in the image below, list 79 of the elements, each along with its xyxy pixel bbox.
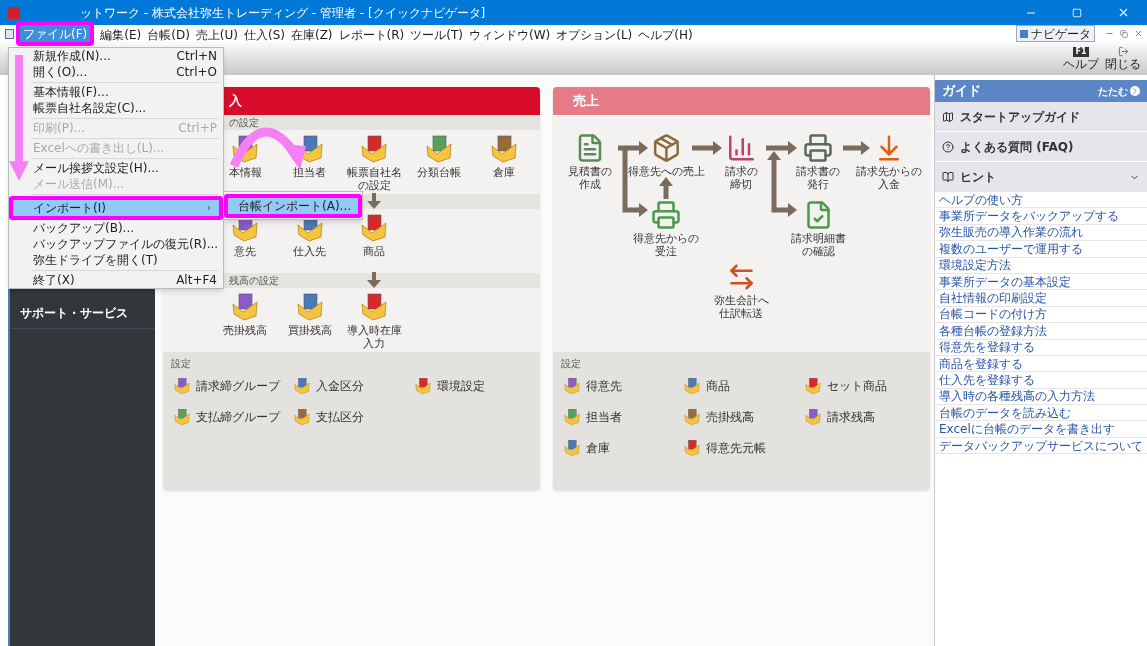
settings-link[interactable]: 得意先 (561, 376, 682, 395)
hint-link[interactable]: 商品を登録する (939, 356, 1023, 371)
menu-option[interactable]: メール挨拶文設定(H)... (31, 160, 223, 176)
hint-link[interactable]: データバックアップサービスについて (939, 438, 1143, 453)
hint-link[interactable]: 仕入先を登録する (939, 373, 1035, 387)
menu-item[interactable]: レポート(R) (335, 25, 408, 42)
navigator-link[interactable]: 導入時在庫入力 (347, 324, 402, 350)
hint-link[interactable]: 台帳のデータを読み込む (939, 405, 1071, 420)
menu-option[interactable]: 弥生ドライブを開く(T) (31, 252, 223, 268)
navigator-link[interactable]: 商品 (363, 245, 386, 258)
guide-section[interactable]: よくある質問 (FAQ) (935, 132, 1147, 162)
menu-item[interactable]: ウィンドウ(W) (465, 25, 554, 42)
menu-item[interactable]: オプション(L) (553, 25, 636, 42)
hint-link[interactable]: 環境設定方法 (939, 258, 1011, 273)
menu-option[interactable]: 新規作成(N)... Ctrl+N (31, 48, 223, 64)
flow-link[interactable]: 得意先からの受注 (633, 232, 699, 258)
hint-link[interactable]: 自社情報の印刷設定 (939, 291, 1047, 306)
hint-link[interactable]: 事業所データの基本設定 (939, 274, 1071, 289)
guide-title: ガイド (942, 82, 981, 101)
settings-title: 設定 (561, 357, 582, 370)
menu-item[interactable]: 台帳(D) (144, 25, 193, 42)
settings-link[interactable]: 倉庫 (561, 438, 682, 457)
close-toolbar-button[interactable]: 閉じる (1105, 57, 1141, 71)
settings-link[interactable]: 請求締グループ (171, 376, 292, 395)
hint-link[interactable]: 台帳コードの付け方 (939, 307, 1047, 322)
hint-link[interactable]: ヘルプの使い方 (939, 192, 1023, 207)
menu-option[interactable]: バックアップ(B)... (31, 220, 223, 236)
menu-option[interactable]: 台帳インポート(A)... (224, 194, 362, 218)
menu-item[interactable]: 仕入(S) (241, 25, 288, 42)
flow-link[interactable]: 弥生会計へ仕訳転送 (713, 294, 769, 320)
settings-link[interactable]: 支払区分 (291, 407, 412, 426)
navigator-link[interactable]: 帳票自社名の設定 (347, 166, 402, 192)
menu-item[interactable]: 在庫(Z) (287, 25, 336, 42)
guide-section[interactable]: スタートアップガイド (935, 102, 1147, 132)
flow-link[interactable]: 請求明細書の確認 (790, 232, 846, 258)
flow-link[interactable]: 見積書の作成 (568, 165, 612, 191)
help-button[interactable]: ヘルプ (1063, 56, 1099, 71)
menu-item[interactable]: ヘルプ(H) (635, 25, 696, 42)
settings-link[interactable]: 売掛残高 (681, 407, 802, 426)
hint-link[interactable]: 導入時の各種残高の入力方法 (939, 389, 1095, 404)
hint-link[interactable]: 事業所データをバックアップする (939, 209, 1119, 224)
hint-link[interactable]: 各種台帳の登録方法 (939, 323, 1047, 338)
settings-title: 設定 (171, 357, 192, 370)
hint-link[interactable]: 複数のユーザーで運用する (939, 241, 1083, 256)
menu-item[interactable]: ツール(T) (407, 25, 466, 42)
hint-section[interactable]: ヒント (935, 162, 1147, 192)
settings-link[interactable]: 支払締グループ (171, 407, 292, 426)
navigator-link[interactable]: 担当者 (293, 166, 327, 179)
flow-link[interactable]: 請求先からの入金 (856, 165, 922, 191)
settings-link[interactable]: 商品 (681, 376, 802, 395)
key-icon: F1 (1073, 46, 1089, 57)
settings-link[interactable]: 請求残高 (801, 407, 922, 426)
settings-link[interactable]: 入金区分 (291, 376, 412, 395)
navigator-link[interactable]: 本情報 (228, 166, 262, 179)
menu-item[interactable]: 編集(E) (97, 25, 145, 42)
settings-link[interactable]: セット商品 (801, 376, 922, 395)
flow-link[interactable]: 請求の締切 (724, 165, 758, 191)
card-header: 売上 (553, 87, 930, 115)
hint-link[interactable]: 得意先を登録する (939, 340, 1035, 355)
flow-link[interactable]: 得意先への売上 (626, 165, 706, 178)
settings-link[interactable]: 担当者 (561, 407, 682, 426)
menu-option[interactable]: バックアップファイルの復元(R)... (31, 236, 223, 252)
collapse-button[interactable]: たたむ (1098, 83, 1140, 99)
navigator-link[interactable]: 仕入先 (293, 245, 327, 258)
settings-link[interactable]: 環境設定 (411, 376, 532, 395)
navigator-link[interactable]: 分類台帳 (417, 166, 462, 179)
hint-link[interactable]: Excelに台帳のデータを書き出す (939, 422, 1115, 437)
menu-item[interactable]: 売上(U) (192, 25, 241, 42)
menu-option[interactable]: インポート(I) (9, 196, 223, 220)
navigator-link[interactable]: 売掛残高 (223, 324, 268, 337)
flow-link[interactable]: 請求書の発行 (796, 165, 840, 191)
hint-link[interactable]: 弥生販売の導入作業の流れ (939, 225, 1083, 240)
window-title: ットワーク - 株式会社弥生トレーディング - 管理者 - [クイックナビゲータ] (80, 4, 486, 22)
navigator-link[interactable]: 買掛残高 (287, 324, 332, 337)
navigator-link[interactable]: 倉庫 (492, 166, 515, 179)
navigator-link[interactable]: 意先 (234, 245, 257, 258)
navigator-button[interactable]: ナビゲータ (1016, 25, 1095, 42)
settings-link[interactable]: 得意先元帳 (681, 438, 802, 457)
menu-option[interactable]: 開く(O)... Ctrl+O (31, 64, 223, 80)
